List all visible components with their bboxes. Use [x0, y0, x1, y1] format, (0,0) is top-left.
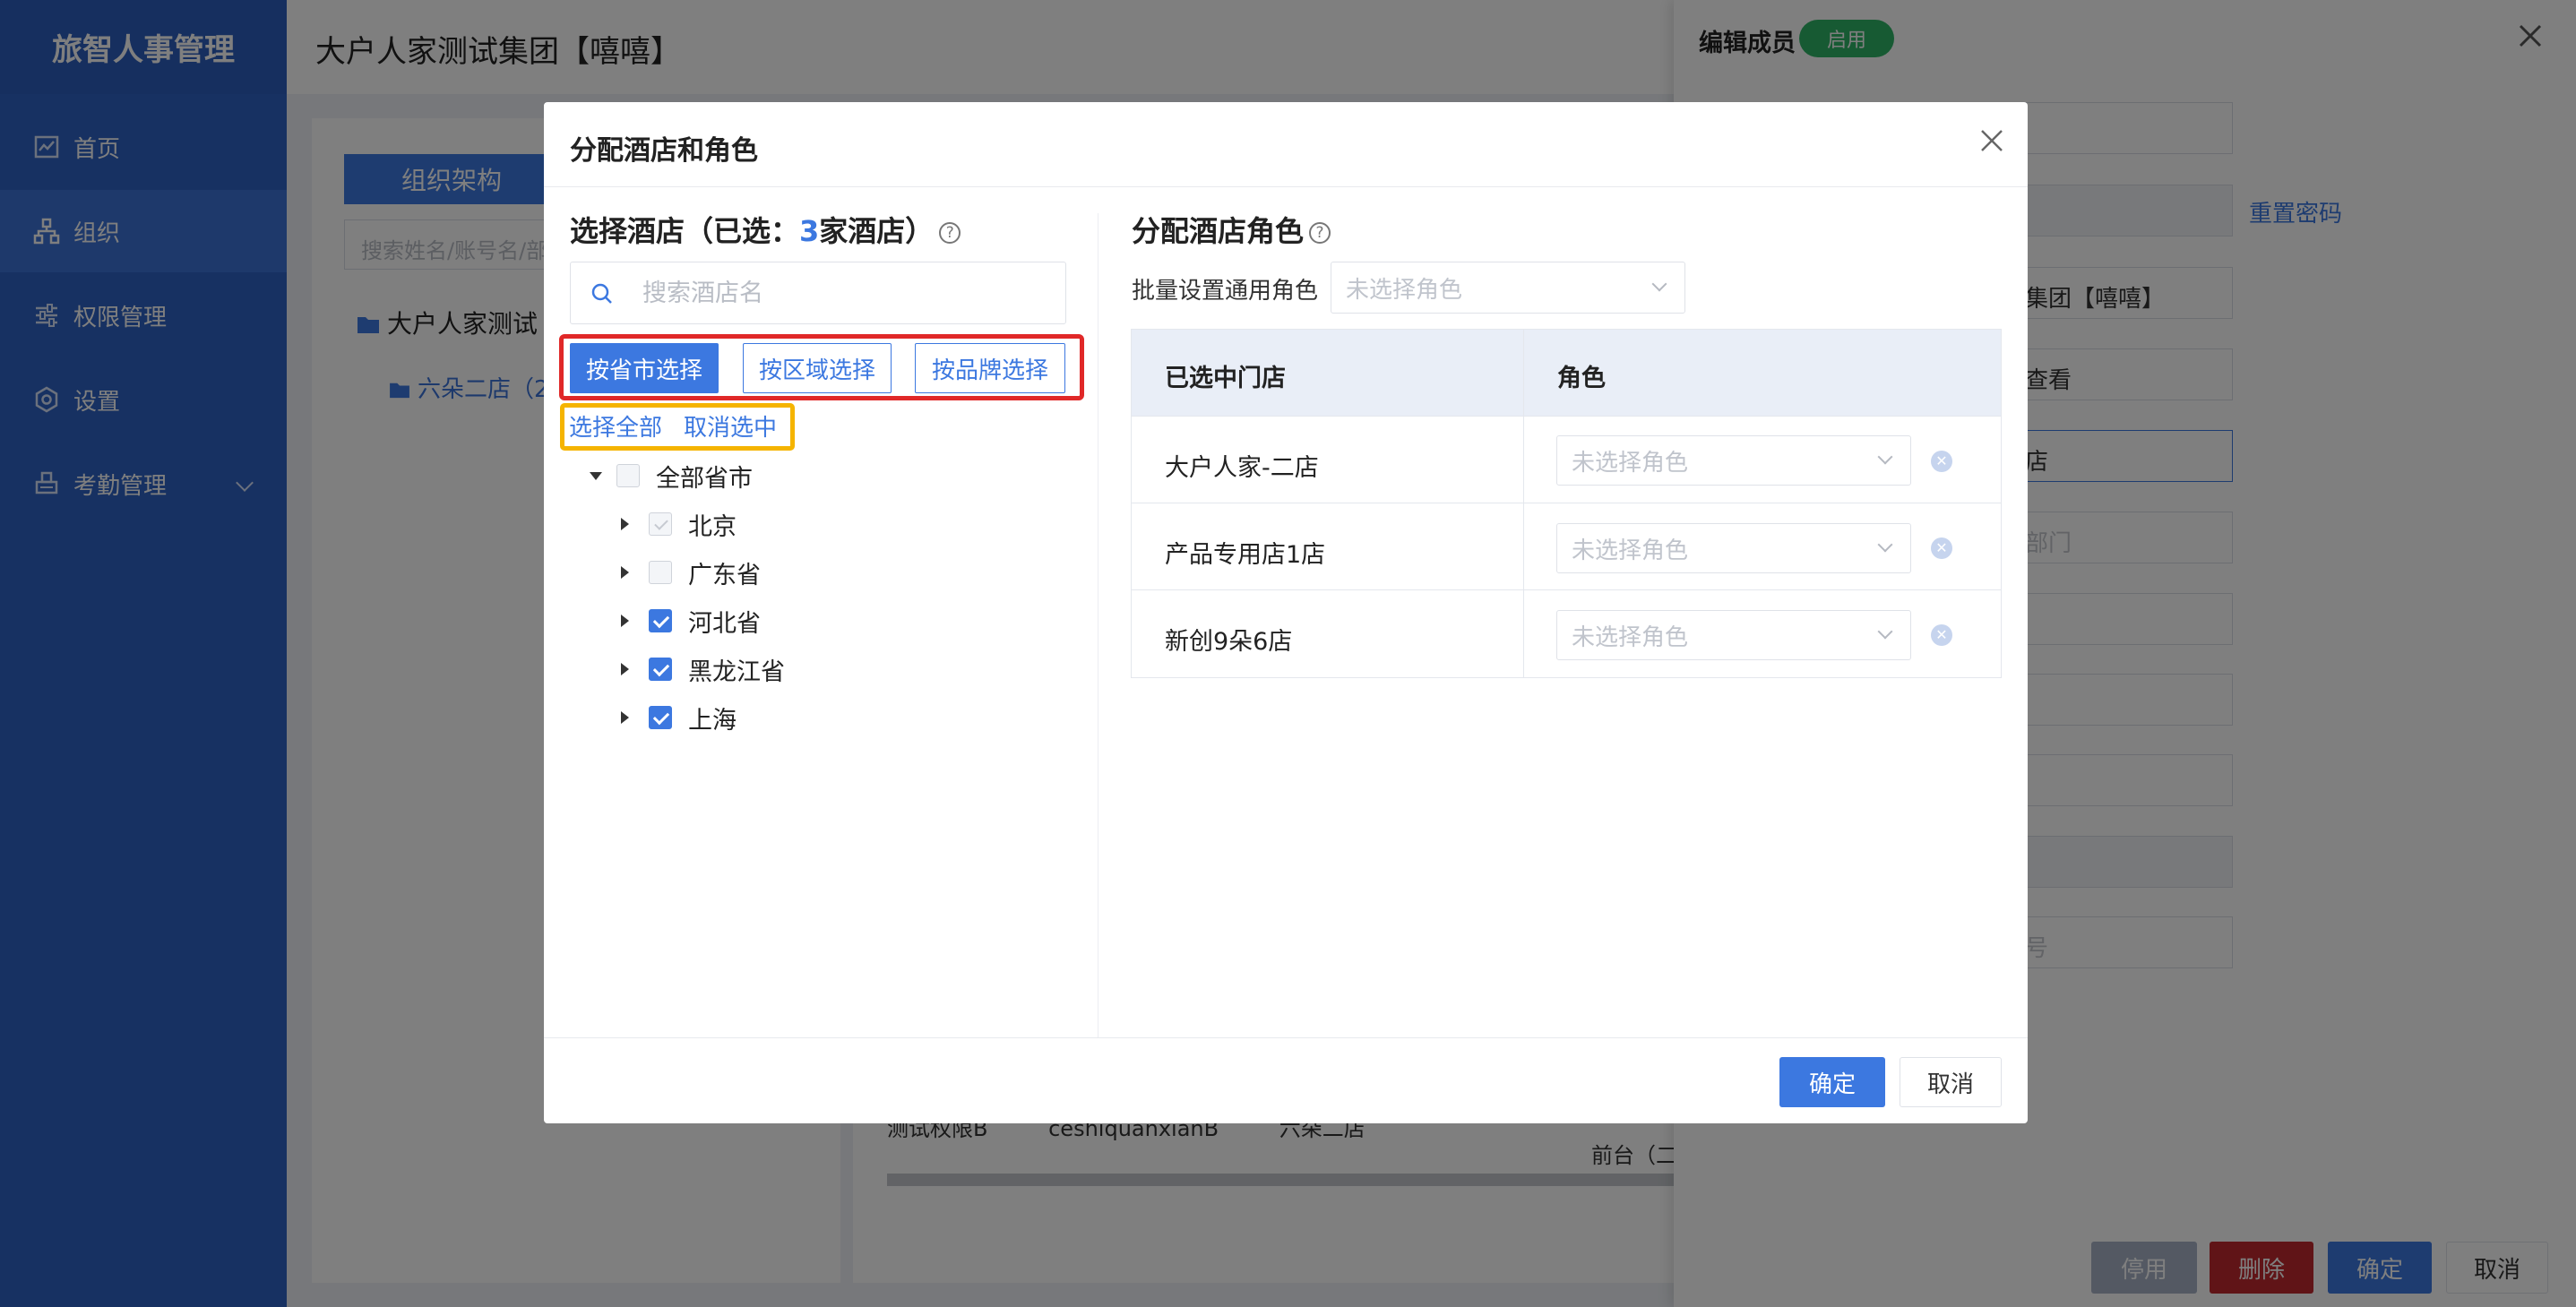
caret-down-icon[interactable] [590, 471, 602, 480]
table-row-store: 大户人家-二店 [1165, 454, 1319, 482]
dialog-title: 分配酒店和角色 [570, 135, 758, 167]
tree-label: 黑龙江省 [688, 658, 785, 686]
help-icon[interactable]: ? [1309, 222, 1331, 244]
batch-role-label: 批量设置通用角色 [1132, 278, 1319, 305]
checkbox-checked[interactable] [649, 609, 672, 632]
tree-label: 广东省 [688, 561, 761, 589]
chevron-down-icon [1877, 537, 1893, 553]
title-suffix: 家酒店） [819, 214, 935, 248]
row-role-select[interactable]: 未选择角色 [1556, 435, 1911, 486]
selected-count: 3 [799, 214, 820, 248]
divider [544, 186, 2028, 187]
row-divider [1132, 589, 2001, 590]
row-role-select[interactable]: 未选择角色 [1556, 523, 1911, 573]
tree-item-heilongjiang[interactable]: 黑龙江省 [621, 651, 785, 687]
batch-role-select[interactable]: 未选择角色 [1331, 262, 1685, 314]
select-placeholder: 未选择角色 [1572, 449, 1689, 477]
column-divider [1523, 330, 1524, 677]
caret-right-icon[interactable] [621, 615, 629, 627]
tree-label: 北京 [688, 512, 737, 541]
divider [544, 1037, 2028, 1038]
tree-item-guangdong[interactable]: 广东省 [621, 555, 761, 590]
hotel-search-box [570, 262, 1066, 324]
select-all-link[interactable]: 选择全部 [569, 409, 662, 443]
select-placeholder: 未选择角色 [1346, 276, 1463, 304]
tree-item-hebei[interactable]: 河北省 [621, 603, 761, 639]
column-header-store: 已选中门店 [1165, 365, 1286, 392]
tree-root-all-provinces[interactable]: 全部省市 [590, 458, 753, 494]
deselect-link[interactable]: 取消选中 [684, 409, 777, 443]
select-hotel-title: 选择酒店（已选：3家酒店）? [570, 209, 961, 250]
checkbox[interactable] [616, 464, 640, 487]
checkbox-checked[interactable] [649, 706, 672, 729]
by-province-button[interactable]: 按省市选择 [570, 343, 719, 393]
search-icon [591, 283, 612, 304]
title-text: 分配酒店角色 [1132, 214, 1305, 248]
chevron-down-icon [1877, 623, 1893, 640]
clear-icon[interactable]: ✕ [1931, 451, 1952, 472]
checkbox [649, 512, 672, 536]
select-placeholder: 未选择角色 [1572, 623, 1689, 651]
clear-icon[interactable]: ✕ [1931, 624, 1952, 646]
chevron-down-icon [1877, 449, 1893, 465]
column-header-role: 角色 [1557, 365, 1606, 392]
table-row-store: 新创9朵6店 [1165, 628, 1293, 656]
caret-right-icon[interactable] [621, 518, 629, 530]
hotel-search-input[interactable] [642, 275, 1037, 311]
select-placeholder: 未选择角色 [1572, 537, 1689, 564]
title-prefix: 选择酒店（已选： [570, 214, 800, 248]
close-icon[interactable] [1978, 127, 2005, 154]
tree-label: 全部省市 [656, 464, 753, 493]
caret-right-icon[interactable] [621, 711, 629, 724]
caret-right-icon[interactable] [621, 566, 629, 579]
ok-button[interactable]: 确定 [1779, 1057, 1885, 1107]
by-brand-button[interactable]: 按品牌选择 [915, 343, 1065, 393]
caret-right-icon[interactable] [621, 663, 629, 675]
assign-role-title: 分配酒店角色? [1132, 209, 1331, 250]
row-role-select[interactable]: 未选择角色 [1556, 610, 1911, 660]
clear-icon[interactable]: ✕ [1931, 537, 1952, 559]
checkbox[interactable] [649, 561, 672, 584]
tree-label: 上海 [688, 706, 737, 735]
cancel-button[interactable]: 取消 [1900, 1057, 2002, 1107]
checkbox-checked[interactable] [649, 658, 672, 681]
chevron-down-icon [1651, 276, 1667, 292]
tree-item-beijing[interactable]: 北京 [621, 506, 737, 542]
by-region-button[interactable]: 按区域选择 [743, 343, 892, 393]
tree-item-shanghai[interactable]: 上海 [621, 700, 737, 735]
table-row-store: 产品专用店1店 [1165, 541, 1326, 569]
row-divider [1132, 416, 2001, 417]
tree-label: 河北省 [688, 609, 761, 638]
help-icon[interactable]: ? [939, 222, 961, 244]
